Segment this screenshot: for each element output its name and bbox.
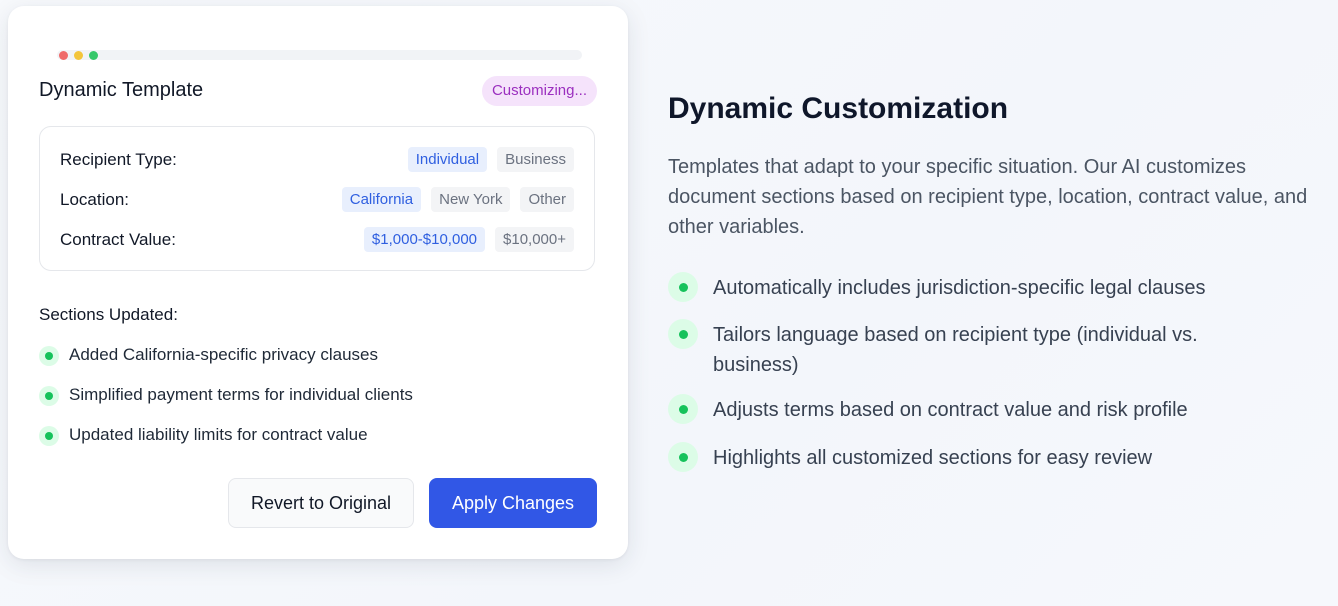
feature-description: Templates that adapt to your specific si… <box>668 156 1308 238</box>
chip-value-low[interactable]: $1,000-$10,000 <box>363 227 486 252</box>
option-row-location: Location: California New York Other <box>60 187 574 213</box>
minimize-dot-icon <box>74 51 83 60</box>
feature-bullet-text: Adjusts terms based on contract value an… <box>713 399 1188 421</box>
check-dot-icon <box>668 272 698 302</box>
maximize-dot-icon <box>89 51 98 60</box>
check-dot-icon <box>39 386 59 406</box>
option-row-contract-value: Contract Value: $1,000-$10,000 $10,000+ <box>60 227 574 253</box>
apply-changes-button[interactable]: Apply Changes <box>429 478 597 528</box>
option-label: Contract Value: <box>60 230 176 249</box>
chip-other[interactable]: Other <box>520 187 574 212</box>
check-dot-icon <box>668 442 698 472</box>
sections-title: Sections Updated: <box>39 305 178 324</box>
list-item-text: Added California-specific privacy clause… <box>69 345 378 364</box>
list-item-text: Updated liability limits for contract va… <box>69 425 368 444</box>
feature-heading: Dynamic Customization <box>668 92 1009 125</box>
check-dot-icon <box>668 319 698 349</box>
chip-value-high[interactable]: $10,000+ <box>495 227 574 252</box>
feature-bullet-text: Highlights all customized sections for e… <box>713 447 1153 469</box>
chip-business[interactable]: Business <box>497 147 574 172</box>
check-dot-icon <box>668 394 698 424</box>
chip-individual[interactable]: Individual <box>407 147 488 172</box>
feature-bullet-text: Tailors language based on recipient type… <box>713 324 1198 376</box>
revert-button[interactable]: Revert to Original <box>228 478 414 528</box>
check-dot-icon <box>39 346 59 366</box>
check-dot-icon <box>39 426 59 446</box>
chip-new-york[interactable]: New York <box>431 187 511 212</box>
feature-bullet-text: Automatically includes jurisdiction-spec… <box>713 277 1206 299</box>
chip-california[interactable]: California <box>341 187 422 212</box>
options-panel: Recipient Type: Individual Business Loca… <box>39 126 595 271</box>
option-row-recipient: Recipient Type: Individual Business <box>60 147 574 173</box>
close-dot-icon <box>59 51 68 60</box>
template-card: Dynamic Template Customizing... Recipien… <box>8 6 628 559</box>
window-bar <box>57 50 582 60</box>
card-title: Dynamic Template <box>39 79 204 101</box>
status-badge: Customizing... <box>481 76 597 106</box>
option-label: Location: <box>60 190 129 209</box>
list-item-text: Simplified payment terms for individual … <box>69 385 413 404</box>
option-label: Recipient Type: <box>60 150 177 169</box>
